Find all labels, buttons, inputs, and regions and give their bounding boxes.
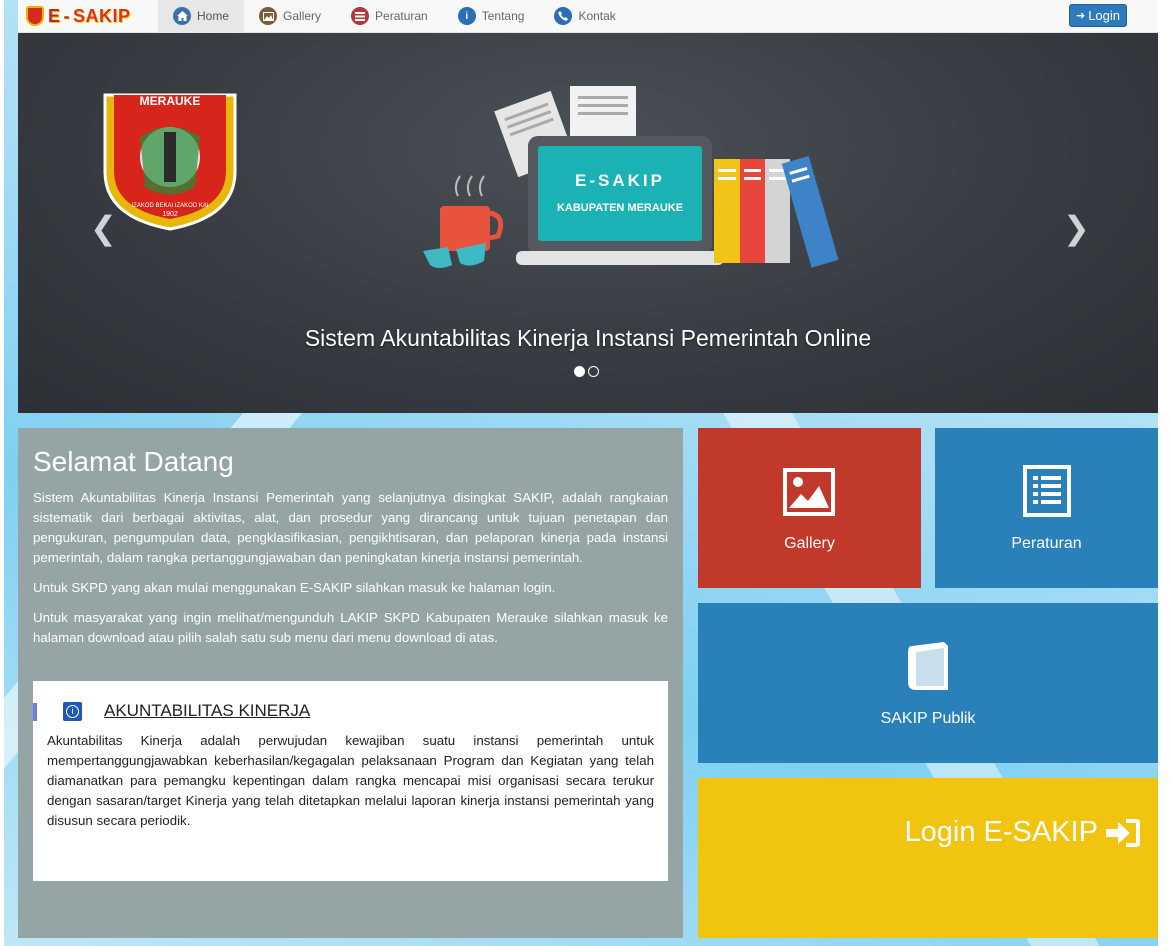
login-esakip-tile-label: Login E-SAKIP [905,816,1140,849]
svg-text:E-SAKIP: E-SAKIP [575,171,665,190]
list-alt-icon [1023,465,1071,517]
list-icon [351,7,370,25]
svg-text:1902: 1902 [162,211,178,218]
login-esakip-text: Login E-SAKIP [904,816,1098,848]
gallery-tile-label: Gallery [784,535,835,552]
login-button-label: Login [1088,8,1120,23]
book-icon [908,642,948,690]
nav-tentang-label: Tentang [481,9,525,23]
nav-peraturan-label: Peraturan [375,9,428,23]
carousel-prev-button[interactable]: ❮ [90,209,117,247]
nav-gallery[interactable]: Gallery [244,0,336,33]
carousel-next-button[interactable]: ❯ [1063,209,1090,247]
nav-tentang[interactable]: i Tentang [443,0,540,33]
welcome-paragraph-3: Untuk masyarakat yang ingin melihat/meng… [33,610,668,645]
picture-icon [783,468,835,516]
nav-kontak-label: Kontak [578,9,616,23]
svg-text:KABUPATEN MERAUKE: KABUPATEN MERAUKE [557,202,683,214]
welcome-paragraph-2: Untuk SKPD yang akan mulai menggunakan E… [33,580,556,595]
home-icon [173,7,191,25]
carousel-indicators [574,366,599,377]
info-box: i AKUNTABILITAS KINERJA Akuntabilitas Ki… [33,681,668,881]
peraturan-tile-label: Peraturan [1011,535,1082,552]
login-esakip-tile[interactable]: Login E-SAKIP [698,778,1158,938]
info-heading: i AKUNTABILITAS KINERJA [63,701,654,721]
gallery-tile[interactable]: Gallery [698,428,921,588]
welcome-panel: Selamat Datang Sistem Akuntabilitas Kine… [18,428,683,938]
merauke-shield-icon [26,6,44,26]
sakip-publik-tile[interactable]: SAKIP Publik [698,603,1158,763]
peraturan-tile[interactable]: Peraturan [935,428,1158,588]
login-button[interactable]: ➜ Login [1068,4,1127,27]
carousel-indicator-2[interactable] [588,366,599,377]
nav-home[interactable]: Home [158,0,245,33]
brand-logo[interactable]: E - SAKIP [18,0,158,33]
info-icon: i [457,7,476,25]
sign-in-icon: ➜ [1075,10,1086,22]
merauke-emblem: MERAUKE IZAKOD BEKAI IZAKOD KAI 1902 [103,93,237,231]
info-title[interactable]: AKUNTABILITAS KINERJA [104,701,310,721]
carousel-caption: Sistem Akuntabilitas Kinerja Instansi Pe… [304,325,872,351]
nav-peraturan[interactable]: Peraturan [336,0,443,33]
info-text: Akuntabilitas Kinerja adalah perwujudan … [47,733,654,828]
image-icon [259,7,278,25]
sakip-publik-tile-label: SAKIP Publik [880,710,976,727]
sign-in-icon [1106,818,1140,847]
welcome-paragraph-1: Sistem Akuntabilitas Kinerja Instansi Pe… [33,490,668,565]
welcome-title: Selamat Datang [33,446,234,477]
carousel-indicator-1[interactable] [574,366,585,377]
nav-gallery-label: Gallery [283,9,322,23]
nav-kontak[interactable]: Kontak [539,0,630,33]
svg-text:MERAUKE: MERAUKE [140,94,201,108]
info-icon: i [63,701,82,721]
phone-icon [554,7,573,25]
esakip-illustration: E-SAKIP KABUPATEN MERAUKE [423,86,839,268]
right-edge [1158,0,1172,946]
brand-name: SAKIP [73,5,131,26]
hero-carousel: MERAUKE IZAKOD BEKAI IZAKOD KAI 1902 E-S… [18,33,1158,413]
nav-home-label: Home [197,9,230,23]
brand-dash: - [63,5,71,26]
left-edge [0,0,4,946]
navbar: E - SAKIP Home Gallery Peraturan i Tenta… [18,0,1158,33]
brand-prefix: E [48,5,61,26]
svg-text:IZAKOD BEKAI IZAKOD KAI: IZAKOD BEKAI IZAKOD KAI [131,203,208,209]
info-accent-bar [33,703,37,721]
